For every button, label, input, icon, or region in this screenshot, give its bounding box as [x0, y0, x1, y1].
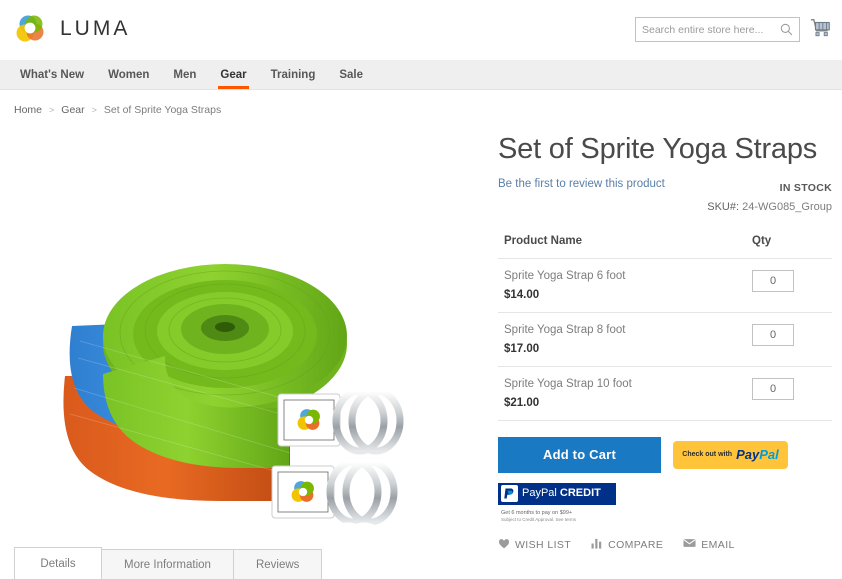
paypal-credit-button[interactable]: PayPal CREDIT	[498, 482, 616, 505]
grouped-product-table: Product Name Qty Sprite Yoga Strap 6 foo…	[498, 234, 832, 421]
tab-details[interactable]: Details	[14, 547, 102, 579]
paypal-credit-brand-first: PayPal	[522, 487, 557, 500]
product-info-tabs: Details More Information Reviews	[0, 545, 842, 580]
nav-item-men[interactable]: Men	[161, 60, 208, 89]
breadcrumb-separator-icon: >	[49, 105, 55, 115]
breadcrumb-separator-icon: >	[91, 105, 97, 115]
quantity-stepper[interactable]	[752, 269, 794, 292]
product-name: Sprite Yoga Strap 10 foot	[504, 377, 632, 390]
qty-cell	[752, 312, 832, 367]
product-name: Sprite Yoga Strap 6 foot	[504, 269, 626, 282]
main-navigation: What's New Women Men Gear Training Sale	[0, 60, 842, 90]
product-cell: Sprite Yoga Strap 8 foot $17.00	[498, 312, 752, 367]
product-info: Set of Sprite Yoga Straps Be the first t…	[490, 126, 832, 551]
table-row: Sprite Yoga Strap 10 foot $21.00	[498, 366, 832, 421]
tab-reviews[interactable]: Reviews	[232, 549, 323, 579]
breadcrumb: Home > Gear > Set of Sprite Yoga Straps	[0, 90, 842, 116]
product-price: $17.00	[504, 342, 540, 355]
add-to-cart-button[interactable]: Add to Cart	[498, 436, 661, 473]
page-title: Set of Sprite Yoga Straps	[498, 133, 818, 165]
quantity-stepper[interactable]	[752, 323, 794, 346]
paypal-credit-block: PayPal CREDIT Get 6 months to pay on $99…	[498, 482, 832, 522]
breadcrumb-item-current: Set of Sprite Yoga Straps	[103, 104, 222, 116]
status-badge: IN STOCK	[779, 181, 832, 194]
review-stock-row: Be the first to review this product IN S…	[498, 178, 832, 196]
action-buttons: Add to Cart Check out with PayPal	[498, 436, 832, 473]
table-row: Sprite Yoga Strap 6 foot $14.00	[498, 258, 832, 313]
search-box[interactable]	[635, 17, 800, 42]
nav-item-whats-new[interactable]: What's New	[8, 60, 96, 89]
table-row: Sprite Yoga Strap 8 foot $17.00	[498, 312, 832, 367]
review-link[interactable]: Be the first to review this product	[498, 178, 665, 190]
shopping-cart-icon[interactable]	[810, 17, 832, 39]
search-icon[interactable]	[780, 23, 793, 36]
column-header-qty: Qty	[752, 234, 832, 259]
table-header-row: Product Name Qty	[498, 234, 832, 259]
quantity-stepper[interactable]	[752, 377, 794, 400]
paypal-credit-fineprint-1: Get 6 months to pay on $99+	[501, 509, 573, 516]
product-media	[10, 126, 490, 580]
column-header-product-name: Product Name	[498, 234, 752, 259]
paypal-prefix-label: Check out with	[682, 451, 733, 459]
paypal-checkout-button[interactable]: Check out with PayPal	[673, 440, 788, 469]
product-price: $21.00	[504, 396, 540, 409]
tab-more-information[interactable]: More Information	[101, 549, 234, 579]
logo[interactable]: LUMA	[14, 12, 130, 46]
paypal-brand-first: Pay	[736, 447, 760, 463]
breadcrumb-item-home[interactable]: Home	[14, 104, 42, 116]
product-name: Sprite Yoga Strap 8 foot	[504, 323, 626, 336]
stock-wrap: IN STOCK	[780, 178, 832, 196]
product-price: $14.00	[504, 288, 540, 301]
sku: SKU#: 24-WG085_Group	[498, 201, 832, 213]
nav-item-gear[interactable]: Gear	[208, 60, 258, 89]
product-main: Set of Sprite Yoga Straps Be the first t…	[0, 116, 842, 580]
search-input[interactable]	[642, 23, 780, 36]
paypal-credit-label: PayPal CREDIT	[522, 488, 601, 499]
product-cell: Sprite Yoga Strap 10 foot $21.00	[498, 366, 752, 421]
sku-value: 24-WG085_Group	[742, 200, 832, 213]
product-image[interactable]	[10, 126, 490, 580]
paypal-credit-brand-second: CREDIT	[559, 487, 601, 500]
paypal-p-icon	[501, 485, 518, 503]
logo-text: LUMA	[60, 17, 131, 40]
luma-ring-logo-icon	[14, 12, 48, 46]
nav-item-women[interactable]: Women	[96, 60, 161, 89]
qty-cell	[752, 258, 832, 313]
paypal-credit-fineprint-2: Subject to Credit Approval. See terms	[501, 516, 577, 522]
nav-item-training[interactable]: Training	[259, 60, 328, 89]
breadcrumb-item-gear[interactable]: Gear	[61, 104, 84, 116]
qty-cell	[752, 366, 832, 421]
product-cell: Sprite Yoga Strap 6 foot $14.00	[498, 258, 752, 313]
sku-label: SKU#:	[707, 200, 740, 213]
nav-item-sale[interactable]: Sale	[327, 60, 375, 89]
site-header: LUMA	[0, 0, 842, 60]
paypal-brand-second: Pal	[759, 447, 779, 463]
paypal-brand: PayPal	[736, 448, 779, 461]
